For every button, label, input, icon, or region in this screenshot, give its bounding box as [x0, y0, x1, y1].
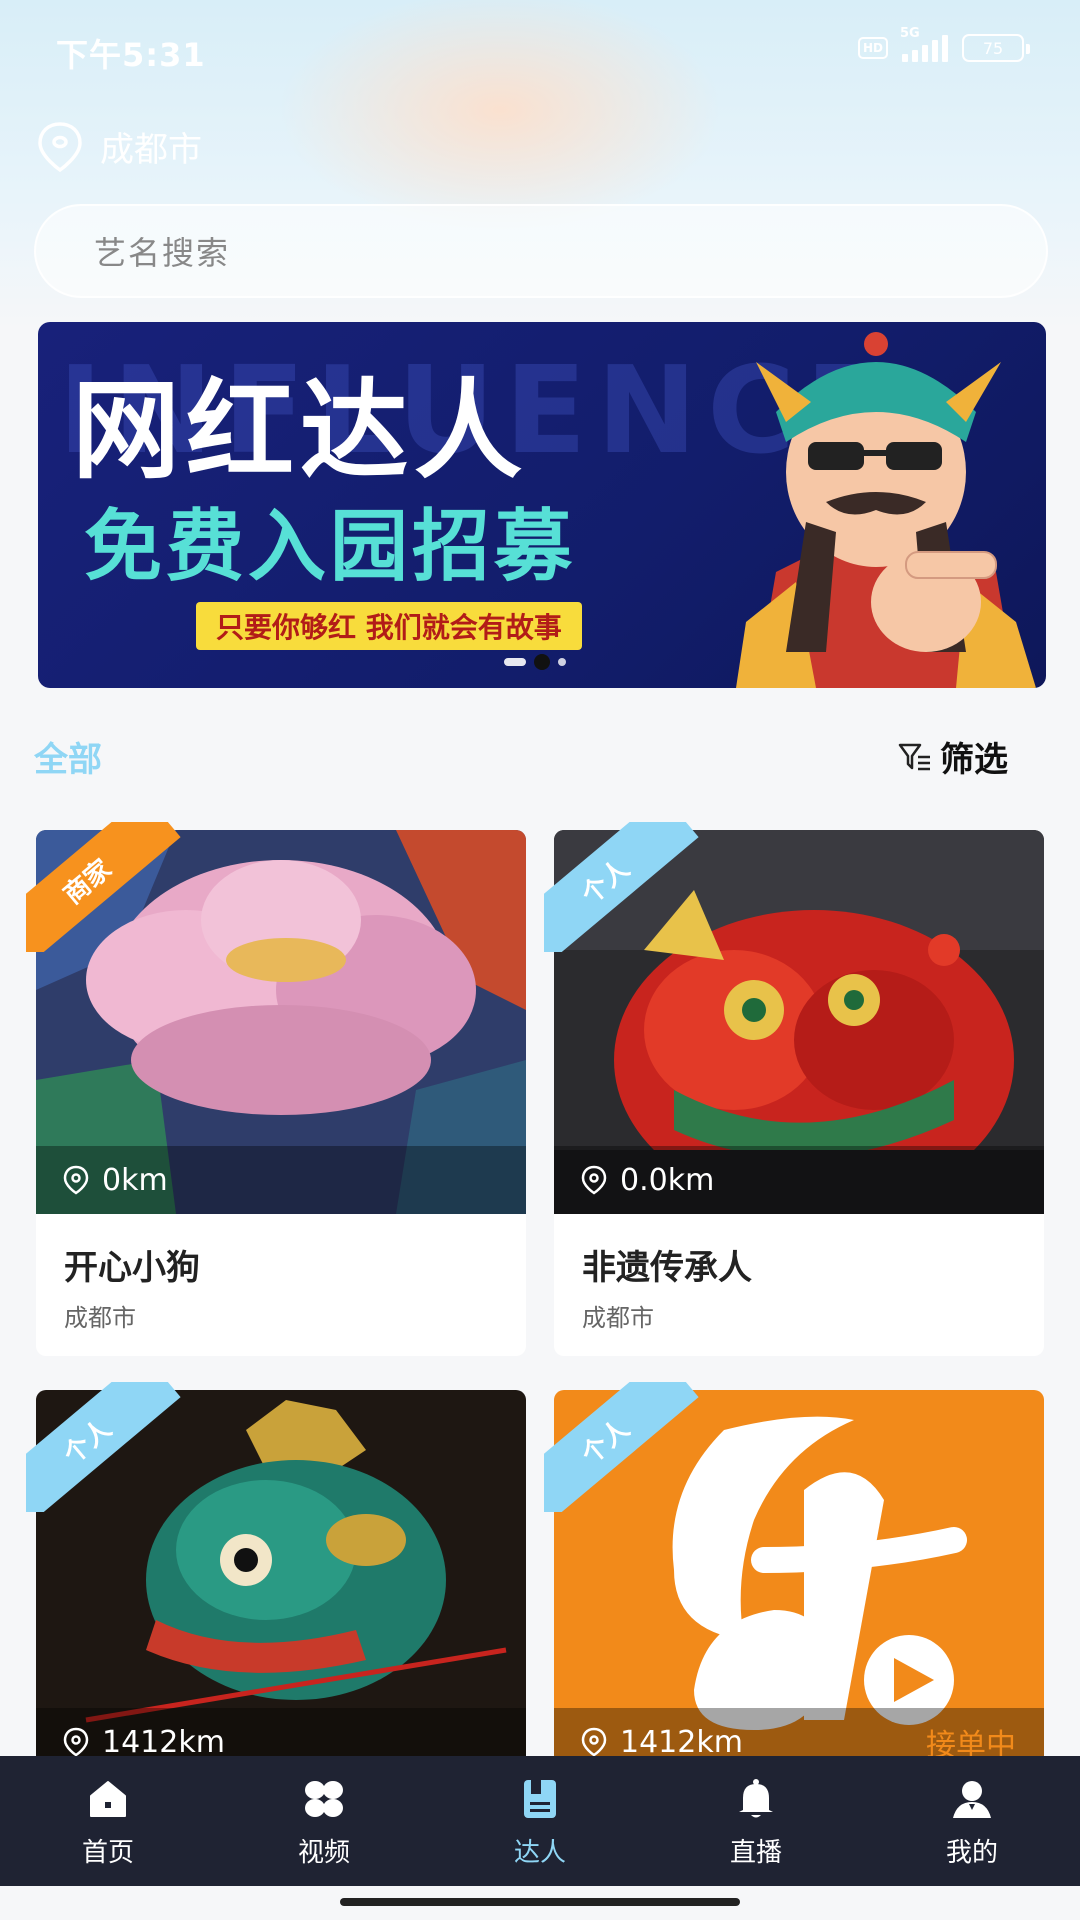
status-bar: 下午5:31 HD 5G 75 — [0, 0, 1080, 100]
location-selector[interactable]: 成都市 — [32, 118, 202, 174]
battery-icon: 75 — [962, 34, 1030, 62]
banner-dot — [558, 658, 566, 666]
filter-label: 筛选 — [940, 740, 1008, 780]
hd-icon: HD — [858, 37, 888, 59]
card-badge-label: 个人 — [544, 822, 699, 952]
banner-pagination — [504, 654, 566, 670]
home-icon — [90, 1781, 126, 1817]
talent-card[interactable]: 1412km 个人 — [26, 1382, 526, 1756]
card-city: 成都市 — [64, 1304, 136, 1332]
card-distance: 0.0km — [620, 1162, 715, 1198]
talent-book-icon — [524, 1780, 556, 1818]
talent-card[interactable]: 0.0km 个人 非遗传承人 成都市 — [544, 822, 1044, 1356]
home-indicator[interactable] — [340, 1898, 740, 1906]
banner-character-illustration — [736, 332, 1036, 688]
location-pin-icon — [581, 1727, 607, 1756]
tab-all[interactable]: 全部 — [34, 732, 102, 781]
talent-card[interactable]: 1412km 接单中 个人 — [544, 1382, 1044, 1756]
search-input[interactable]: 艺名搜索 — [34, 204, 1048, 298]
user-icon — [953, 1781, 991, 1818]
banner-dot — [504, 658, 526, 666]
network-type: 5G — [900, 26, 920, 41]
location-city: 成都市 — [100, 129, 202, 170]
bottom-navigation: 首页 视频 达人 直播 我的 — [0, 1756, 1080, 1886]
signal-icon: 5G — [900, 26, 948, 62]
card-distance-bar: 0km — [36, 1146, 526, 1214]
location-pin-icon — [63, 1165, 89, 1195]
bell-icon — [739, 1779, 773, 1818]
nav-label: 直播 — [729, 1838, 782, 1868]
filter-button[interactable]: 筛选 — [898, 732, 1008, 781]
video-grid-icon — [305, 1781, 343, 1817]
nav-item-live[interactable]: 直播 — [648, 1756, 864, 1886]
card-name: 非遗传承人 — [582, 1248, 752, 1288]
card-distance: 1412km — [102, 1724, 225, 1757]
banner-dot-active — [534, 654, 550, 670]
nav-item-home[interactable]: 首页 — [0, 1756, 216, 1886]
promo-banner[interactable]: INFLUENCE 网红达人 免费入园招募 只要你够红 我们就会有故事 — [38, 322, 1046, 688]
talent-card[interactable]: 0km 商家 开心小狗 成都市 — [26, 822, 526, 1356]
card-distance-bar: 1412km 接单中 — [554, 1708, 1044, 1756]
card-badge-label: 个人 — [544, 1382, 699, 1512]
nav-label: 我的 — [945, 1838, 998, 1868]
nav-item-talent[interactable]: 达人 — [432, 1756, 648, 1886]
card-badge: 个人 — [544, 822, 714, 952]
status-icons: HD 5G 75 — [858, 26, 1030, 62]
card-badge-label: 个人 — [26, 1382, 181, 1512]
nav-label: 视频 — [297, 1838, 350, 1868]
card-distance-bar: 1412km — [36, 1708, 526, 1756]
nav-label: 首页 — [81, 1838, 134, 1868]
card-badge-label: 商家 — [26, 822, 181, 952]
nav-item-video[interactable]: 视频 — [216, 1756, 432, 1886]
card-badge: 商家 — [26, 822, 196, 952]
nav-label: 达人 — [513, 1838, 566, 1868]
card-distance-bar: 0.0km — [554, 1146, 1044, 1214]
filter-icon — [898, 743, 930, 770]
card-status: 接单中 — [926, 1728, 1016, 1756]
card-distance: 0km — [102, 1162, 168, 1198]
location-pin-icon — [38, 122, 82, 173]
nav-item-mine[interactable]: 我的 — [864, 1756, 1080, 1886]
banner-subtitle: 免费入园招募 — [84, 502, 577, 592]
location-pin-icon — [63, 1727, 89, 1756]
battery-level: 75 — [982, 38, 1004, 58]
card-badge: 个人 — [544, 1382, 714, 1512]
card-city: 成都市 — [582, 1304, 654, 1332]
card-distance: 1412km — [620, 1724, 743, 1757]
card-badge: 个人 — [26, 1382, 196, 1512]
location-pin-icon — [581, 1165, 607, 1195]
banner-tagline: 只要你够红 我们就会有故事 — [196, 602, 582, 650]
card-name: 开心小狗 — [64, 1248, 200, 1288]
search-placeholder: 艺名搜索 — [94, 234, 231, 272]
banner-title: 网红达人 — [72, 369, 529, 494]
status-time: 下午5:31 — [56, 36, 206, 74]
